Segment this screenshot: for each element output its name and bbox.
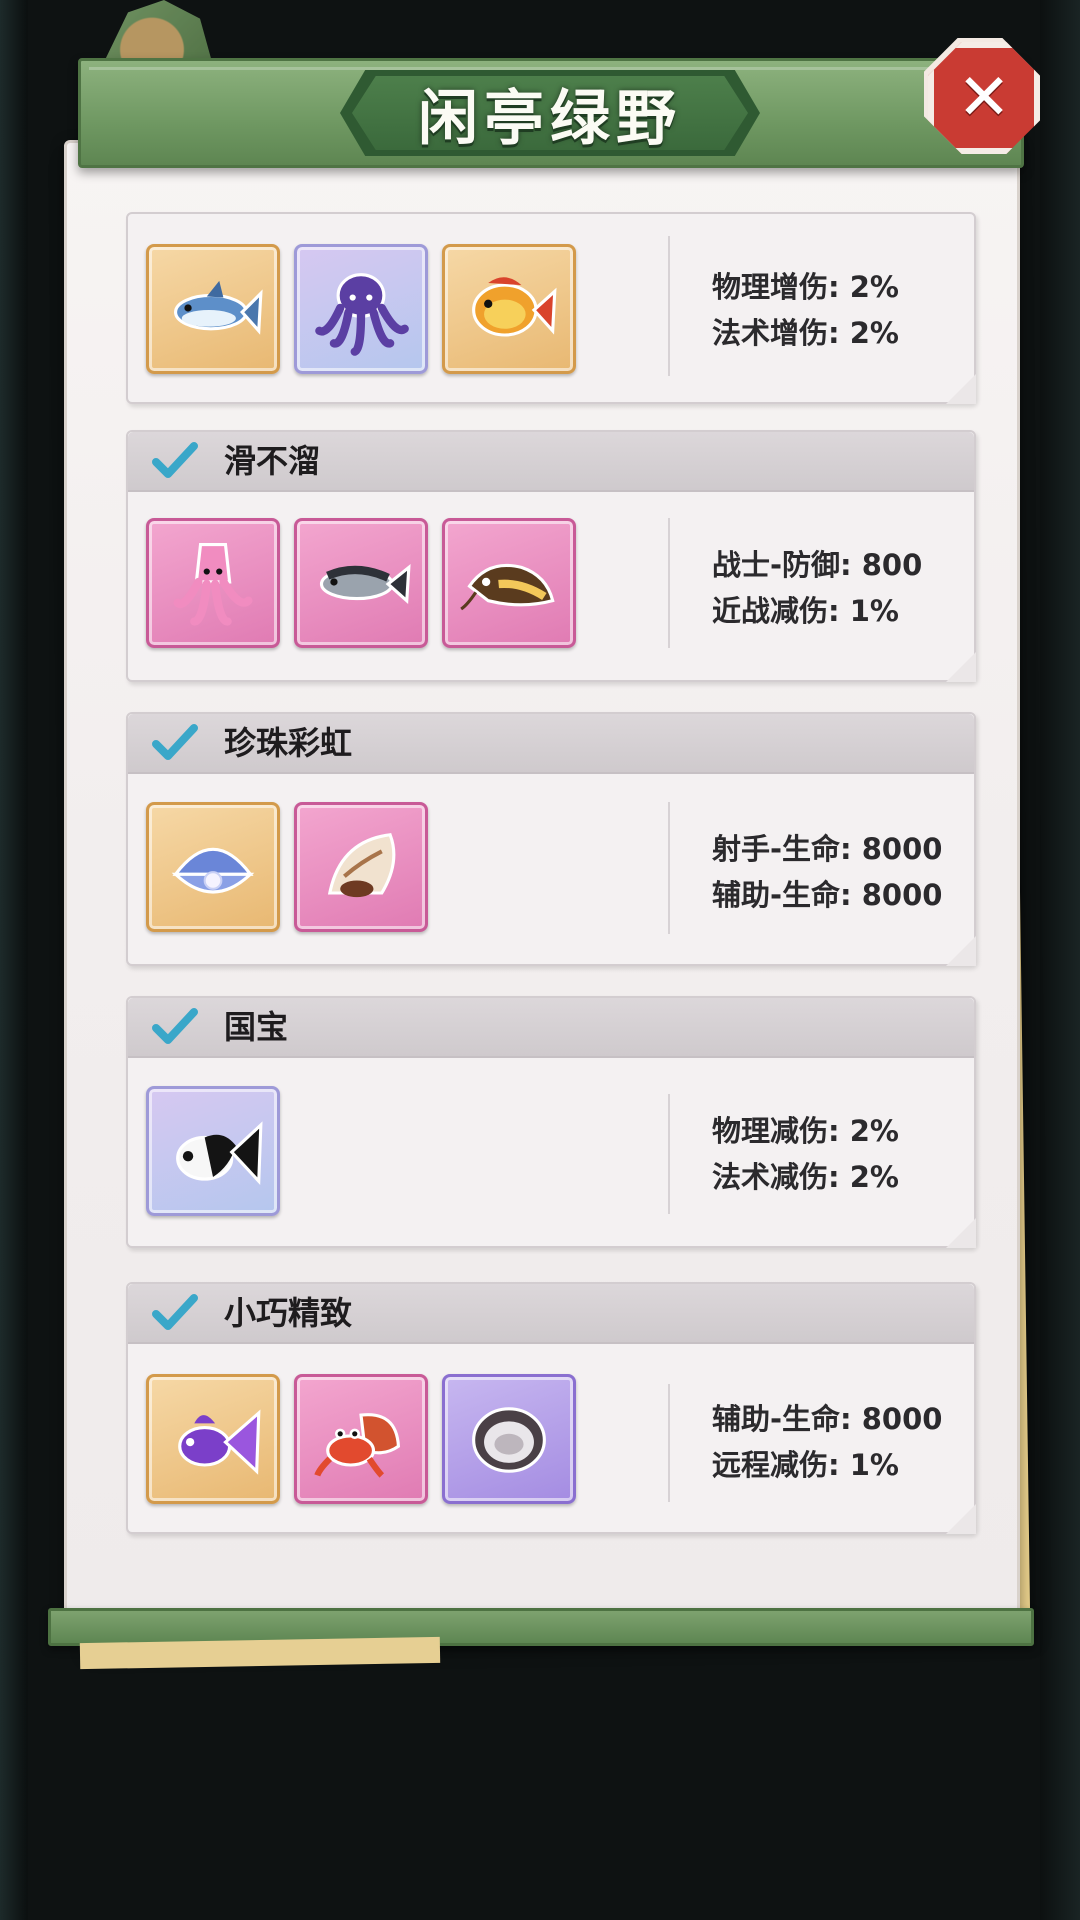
card-notch xyxy=(946,374,976,404)
purple-goldfish-icon[interactable] xyxy=(146,1374,280,1504)
device-bezel-left xyxy=(0,0,28,1920)
set-items xyxy=(146,518,576,648)
set-items xyxy=(146,1374,576,1504)
set-items xyxy=(146,1086,280,1216)
close-icon: ✕ xyxy=(957,61,1011,135)
check-icon xyxy=(152,442,198,480)
check-icon xyxy=(152,724,198,762)
stat-line: 射手-生命: 8000 xyxy=(712,832,943,866)
set-card: 物理增伤: 2% 法术增伤: 2% xyxy=(126,212,976,404)
stat-line: 近战减伤: 1% xyxy=(712,594,899,628)
set-divider xyxy=(668,518,670,648)
corner-ornament-icon xyxy=(104,0,212,62)
set-divider xyxy=(668,802,670,934)
set-stats: 物理增伤: 2% 法术增伤: 2% xyxy=(712,264,899,356)
set-stats: 物理减伤: 2% 法术减伤: 2% xyxy=(712,1108,899,1200)
set-header: 滑不溜 xyxy=(128,432,974,492)
card-notch xyxy=(946,1218,976,1248)
set-items xyxy=(146,244,576,374)
card-notch xyxy=(946,652,976,682)
tuna-fish-icon[interactable] xyxy=(146,244,280,374)
set-stats: 战士-防御: 800 近战减伤: 1% xyxy=(712,542,922,634)
page-title: 闲亭绿野 xyxy=(418,83,682,154)
set-header: 珍珠彩虹 xyxy=(128,714,974,774)
title-plate-inner: 闲亭绿野 xyxy=(352,76,748,150)
stat-line: 法术增伤: 2% xyxy=(712,316,899,350)
set-header: 小巧精致 xyxy=(128,1284,974,1344)
set-card: 国宝 物理减伤: 2% 法术减伤: 2% xyxy=(126,996,976,1248)
mackerel-icon[interactable] xyxy=(294,518,428,648)
set-divider xyxy=(668,1384,670,1502)
set-name: 珍珠彩虹 xyxy=(224,724,353,762)
set-name: 国宝 xyxy=(224,1008,289,1046)
check-icon xyxy=(152,1294,198,1332)
panda-goldfish-icon[interactable] xyxy=(146,1086,280,1216)
check-icon xyxy=(152,1008,198,1046)
stat-line: 物理减伤: 2% xyxy=(712,1114,899,1148)
stat-line: 远程减伤: 1% xyxy=(712,1448,899,1482)
scroll-bottom-edge xyxy=(79,1636,441,1670)
set-divider xyxy=(668,1094,670,1214)
stat-line: 辅助-生命: 8000 xyxy=(712,878,943,912)
set-card: 滑不溜 战士-防御: 800 近战减伤: 1% xyxy=(126,430,976,682)
pearl-clam-icon[interactable] xyxy=(146,802,280,932)
device-bezel-right xyxy=(1040,0,1080,1920)
set-name: 滑不溜 xyxy=(224,442,321,480)
set-stats: 辅助-生命: 8000 远程减伤: 1% xyxy=(712,1396,942,1488)
stat-line: 辅助-生命: 8000 xyxy=(712,1402,943,1436)
conch-shell-icon[interactable] xyxy=(294,802,428,932)
card-notch xyxy=(946,936,976,966)
octopus-icon[interactable] xyxy=(294,244,428,374)
set-divider xyxy=(668,236,670,376)
set-header: 国宝 xyxy=(128,998,974,1058)
oyster-icon[interactable] xyxy=(442,1374,576,1504)
catfish-icon[interactable] xyxy=(442,518,576,648)
set-items xyxy=(146,802,428,932)
set-name: 小巧精致 xyxy=(224,1294,353,1332)
stat-line: 物理增伤: 2% xyxy=(712,270,899,304)
set-stats: 射手-生命: 8000 辅助-生命: 8000 xyxy=(712,826,942,918)
goldfish-icon[interactable] xyxy=(442,244,576,374)
squid-icon[interactable] xyxy=(146,518,280,648)
hermit-crab-icon[interactable] xyxy=(294,1374,428,1504)
card-notch xyxy=(946,1504,976,1534)
set-card: 珍珠彩虹 射手-生命: 8000 辅助-生命: 8000 xyxy=(126,712,976,966)
set-card: 小巧精致 辅助-生命: 8000 远程减伤: 1% xyxy=(126,1282,976,1534)
stat-line: 战士-防御: 800 xyxy=(712,548,923,582)
stat-line: 法术减伤: 2% xyxy=(712,1160,899,1194)
